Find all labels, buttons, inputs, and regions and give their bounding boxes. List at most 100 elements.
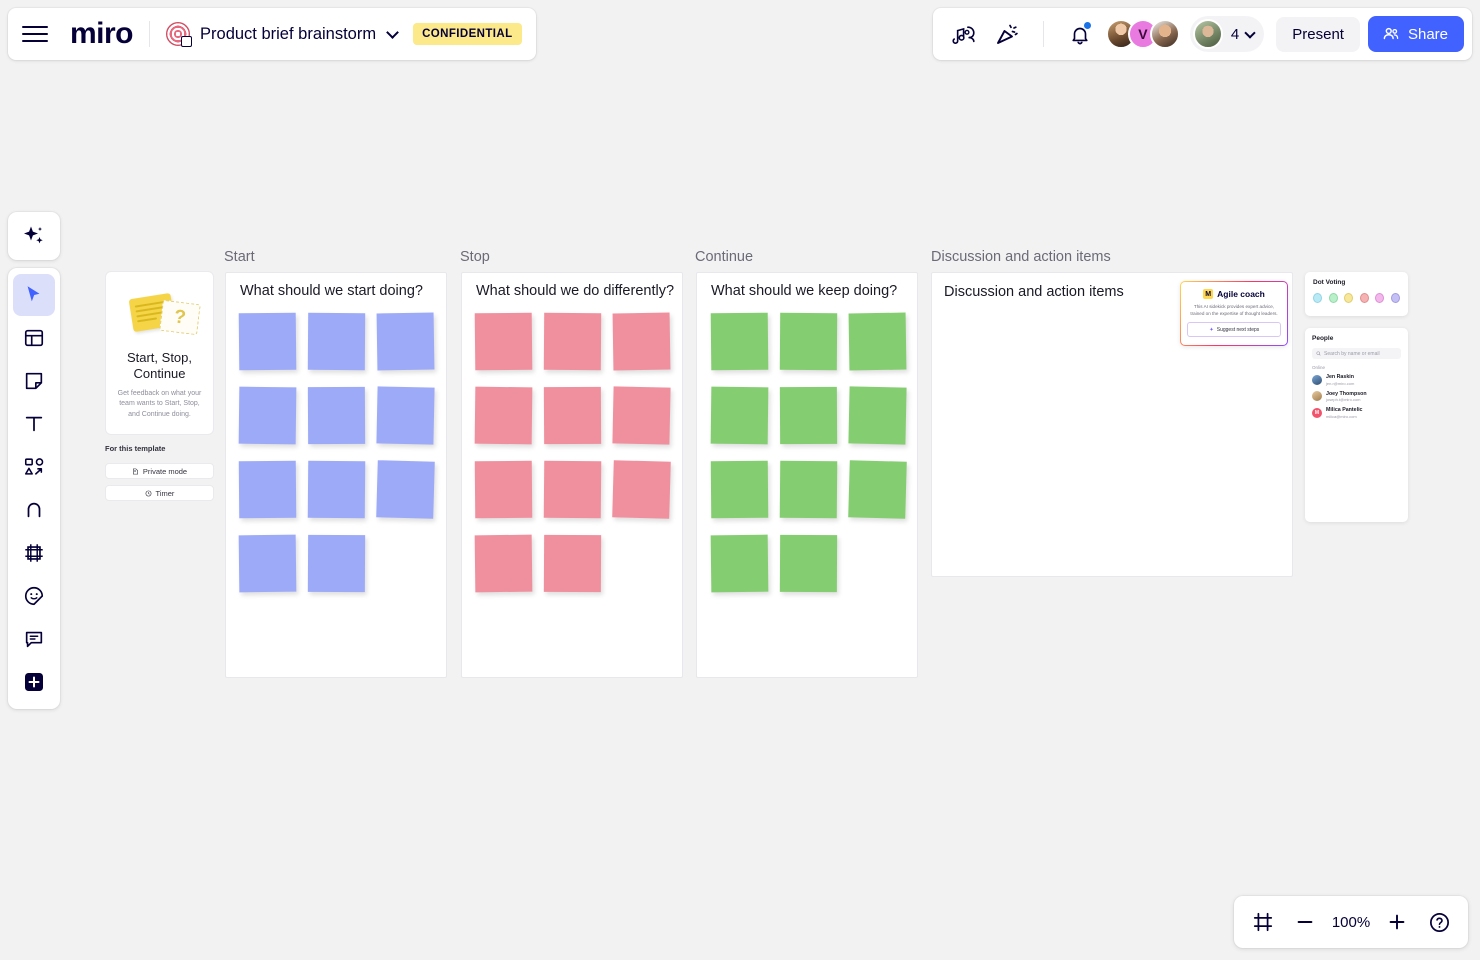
- help-button[interactable]: [1420, 903, 1458, 941]
- chevron-down-icon[interactable]: [1244, 26, 1256, 39]
- sticky-note[interactable]: [543, 386, 602, 445]
- sticky-note[interactable]: [238, 534, 297, 593]
- frame-label-start[interactable]: Start: [224, 249, 255, 265]
- zoom-out-button[interactable]: [1286, 903, 1324, 941]
- sidebar-item-templates[interactable]: [13, 317, 55, 359]
- frame-label-continue[interactable]: Continue: [695, 249, 753, 265]
- sticky-note[interactable]: [779, 534, 838, 593]
- vote-dot-cyan[interactable]: [1313, 293, 1323, 303]
- board-title[interactable]: Product brief brainstorm: [200, 25, 376, 44]
- sticky-note[interactable]: [474, 312, 533, 371]
- sticker-smiley-icon: [25, 586, 44, 606]
- sticky-note[interactable]: [612, 386, 671, 445]
- vote-dot-pink[interactable]: [1375, 293, 1385, 303]
- ai-tools-button[interactable]: [8, 212, 60, 260]
- sticky-note[interactable]: [710, 460, 769, 519]
- sidebar-item-frame[interactable]: [13, 532, 55, 574]
- sticky-note[interactable]: [474, 460, 533, 519]
- zoom-toolbar: 100%: [1234, 896, 1468, 948]
- left-toolbar: [8, 268, 60, 709]
- sticky-note[interactable]: [779, 386, 838, 445]
- present-button[interactable]: Present: [1276, 16, 1360, 52]
- sticky-note[interactable]: [848, 460, 907, 519]
- suggest-next-steps-button[interactable]: Suggest next steps: [1187, 322, 1281, 338]
- sticky-note[interactable]: [307, 386, 366, 445]
- sticky-note[interactable]: [238, 460, 297, 519]
- sticky-note[interactable]: [779, 312, 838, 371]
- sticky-note[interactable]: [848, 386, 907, 445]
- people-search-input[interactable]: Search by name or email: [1312, 348, 1401, 359]
- frame-label-discussion[interactable]: Discussion and action items: [931, 249, 1111, 265]
- bell-icon[interactable]: [1060, 14, 1100, 54]
- frame-question-discussion[interactable]: Discussion and action items: [944, 284, 1124, 300]
- vote-dot-red[interactable]: [1359, 293, 1369, 303]
- sticky-note[interactable]: [543, 460, 602, 519]
- frame-fit-icon: [1253, 912, 1273, 932]
- vote-dot-green[interactable]: [1328, 293, 1338, 303]
- sticky-note[interactable]: [710, 386, 769, 445]
- dot-voting-colors[interactable]: [1313, 293, 1400, 303]
- person-name: Joey Thompson: [1326, 390, 1367, 397]
- sticky-note[interactable]: [474, 386, 533, 445]
- board-canvas[interactable]: ? Start, Stop, Continue Get feedback on …: [0, 0, 1480, 960]
- party-popper-icon[interactable]: [987, 14, 1027, 54]
- question-circle-icon: [1429, 912, 1449, 932]
- sticky-note[interactable]: [779, 460, 838, 519]
- share-button[interactable]: Share: [1367, 16, 1464, 52]
- person-email: milica@miro.com: [1326, 413, 1357, 419]
- sticky-note[interactable]: [710, 534, 769, 593]
- private-mode-button[interactable]: Private mode: [105, 463, 214, 479]
- sidebar-item-pen[interactable]: [13, 489, 55, 531]
- sticky-note[interactable]: [543, 312, 602, 371]
- collaborator-avatars[interactable]: V: [1105, 19, 1180, 49]
- sidebar-item-shapes[interactable]: [13, 446, 55, 488]
- dot-voting-panel[interactable]: Dot Voting: [1305, 272, 1408, 316]
- zoom-in-button[interactable]: [1378, 903, 1416, 941]
- dot-voting-title: Dot Voting: [1313, 279, 1346, 286]
- people-title: People: [1312, 335, 1334, 342]
- sticky-note[interactable]: [612, 312, 671, 371]
- fit-to-frame-button[interactable]: [1244, 903, 1282, 941]
- sticky-note[interactable]: [612, 460, 671, 519]
- vote-dot-yellow[interactable]: [1344, 293, 1354, 303]
- sticky-note[interactable]: [238, 312, 297, 371]
- sidebar-item-comment[interactable]: [13, 618, 55, 660]
- sticky-note[interactable]: [307, 534, 366, 593]
- sticky-note[interactable]: [543, 534, 602, 593]
- sticky-note[interactable]: [848, 312, 907, 371]
- sticky-note[interactable]: [710, 312, 769, 371]
- sticky-note[interactable]: [238, 386, 297, 445]
- agile-coach-badge-icon: M: [1203, 289, 1214, 299]
- chevron-down-icon[interactable]: [386, 25, 399, 39]
- people-panel[interactable]: People Search by name or email Online Je…: [1305, 328, 1408, 522]
- sticky-note[interactable]: [307, 460, 366, 519]
- template-info-card[interactable]: ? Start, Stop, Continue Get feedback on …: [105, 271, 214, 435]
- timer-button[interactable]: Timer: [105, 485, 214, 501]
- music-notes-icon[interactable]: [947, 14, 987, 54]
- list-item[interactable]: Joey Thompson joseph.t@miro.com: [1312, 390, 1401, 402]
- status-badge[interactable]: CONFIDENTIAL: [413, 23, 522, 45]
- sidebar-item-text[interactable]: [13, 403, 55, 445]
- frame-question-continue[interactable]: What should we keep doing?: [711, 283, 897, 299]
- zoom-level[interactable]: 100%: [1328, 914, 1374, 931]
- sidebar-item-sticky-note[interactable]: [13, 360, 55, 402]
- sticky-note[interactable]: [376, 386, 435, 445]
- sticky-note[interactable]: [474, 534, 533, 593]
- sticky-note[interactable]: [376, 312, 435, 371]
- sidebar-item-stickers[interactable]: [13, 575, 55, 617]
- sticky-note[interactable]: [376, 460, 435, 519]
- collaborator-count-pill[interactable]: 4: [1189, 16, 1265, 52]
- plus-square-icon: [25, 673, 43, 691]
- sidebar-item-more-apps[interactable]: [13, 661, 55, 703]
- sidebar-item-select[interactable]: [13, 274, 55, 316]
- avatar[interactable]: [1149, 19, 1180, 49]
- hamburger-icon[interactable]: [22, 24, 48, 44]
- agile-coach-widget[interactable]: M Agile coach This AI sidekick provides …: [1180, 281, 1288, 346]
- list-item[interactable]: Jen Raskin jen.r@miro.com: [1312, 374, 1401, 386]
- frame-label-stop[interactable]: Stop: [460, 249, 490, 265]
- vote-dot-purple[interactable]: [1390, 293, 1400, 303]
- sticky-note[interactable]: [307, 312, 366, 371]
- list-item[interactable]: M Milica Pantelic milica@miro.com: [1312, 407, 1401, 419]
- frame-question-start[interactable]: What should we start doing?: [240, 283, 423, 299]
- frame-question-stop[interactable]: What should we do differently?: [476, 283, 674, 299]
